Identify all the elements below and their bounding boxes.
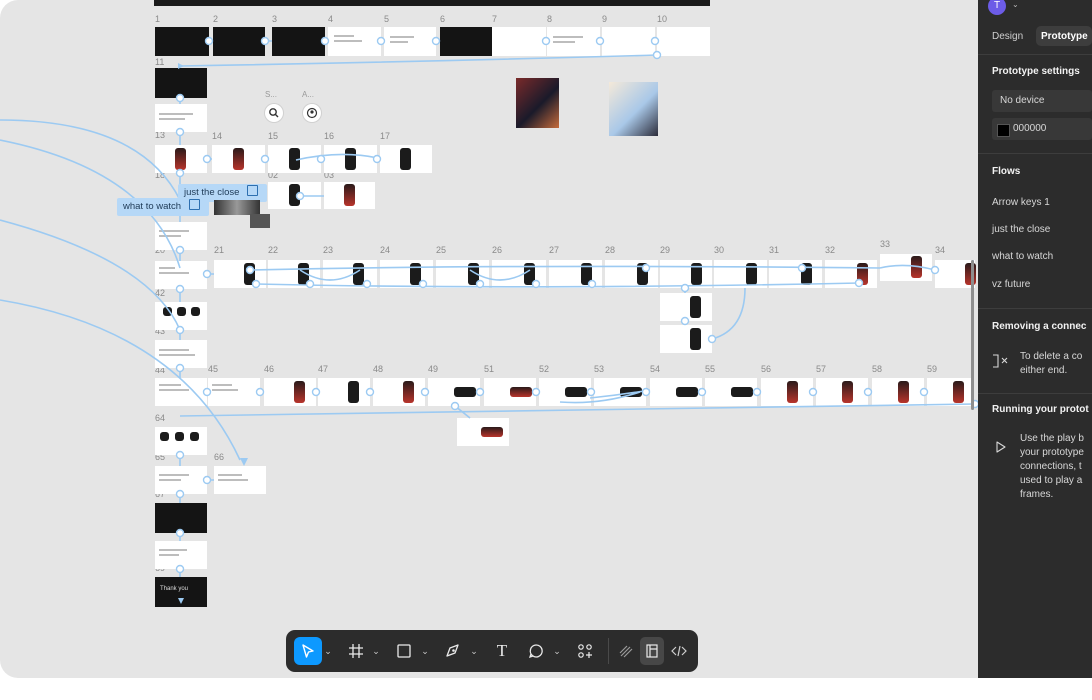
frame-thumbnail[interactable]: [250, 214, 270, 228]
comment-icon: [528, 644, 543, 659]
chevron-down-icon[interactable]: ⌄: [420, 637, 430, 665]
avatar[interactable]: T: [988, 0, 1006, 15]
help-text: connections, t: [1020, 461, 1082, 472]
color-swatch[interactable]: [997, 124, 1010, 137]
code-icon: [671, 645, 687, 657]
text-tool-button[interactable]: T: [488, 637, 516, 665]
component-label: A...: [302, 90, 315, 99]
tab-design[interactable]: Design: [992, 31, 1023, 42]
app-window: 1 2 3 4 5 6 7 8 9 10 11 13 14 15 16 17 1…: [0, 0, 1092, 700]
chevron-down-icon[interactable]: ⌄: [552, 637, 562, 665]
pen-tool-button[interactable]: [439, 637, 467, 665]
toolbar-divider: [608, 638, 609, 664]
dev-mode-button[interactable]: [667, 637, 691, 665]
component-label: S...: [265, 90, 278, 99]
help-text: Use the play b: [1020, 433, 1084, 444]
play-icon[interactable]: [189, 199, 201, 210]
help-text: used to play a: [1020, 475, 1083, 486]
frame-icon: [349, 644, 363, 658]
help-text: your prototype: [1020, 447, 1084, 458]
play-icon[interactable]: [247, 185, 259, 196]
divider: [978, 153, 1092, 154]
divider: [978, 54, 1092, 55]
prototype-connections: [0, 36, 978, 604]
actions-tool-button[interactable]: [571, 637, 599, 665]
help-text: To delete a co: [1020, 351, 1083, 362]
flow-start-label: what to watch: [123, 201, 182, 212]
flow-item[interactable]: just the close: [992, 224, 1050, 235]
design-canvas[interactable]: 1 2 3 4 5 6 7 8 9 10 11 13 14 15 16 17 1…: [0, 0, 978, 678]
frame-tool-button[interactable]: [342, 637, 370, 665]
chevron-down-icon[interactable]: ⌄: [371, 637, 381, 665]
window-margin: [0, 678, 1092, 700]
play-icon: [996, 441, 1006, 453]
comment-tool-button[interactable]: [522, 637, 550, 665]
cursor-icon: [302, 644, 314, 658]
section-heading: Flows: [992, 166, 1021, 177]
help-text: frames.: [1020, 489, 1054, 500]
device-select-value: No device: [1000, 95, 1045, 106]
rectangle-icon: [397, 644, 411, 658]
chevron-down-icon[interactable]: ⌄: [469, 637, 479, 665]
canvas-scrollbar[interactable]: [971, 260, 974, 410]
properties-panel: T ⌄ Design Prototype Prototype settings …: [978, 0, 1092, 700]
chevron-down-icon[interactable]: ⌄: [323, 637, 333, 665]
design-mode-button[interactable]: [640, 637, 664, 665]
background-color-value: 000000: [1013, 123, 1047, 134]
bottom-toolbar: ⌄ ⌄ ⌄ ⌄ T ⌄: [286, 630, 698, 672]
move-tool-button[interactable]: [294, 637, 322, 665]
section-heading: Running your protot: [992, 404, 1089, 415]
design-icon: [646, 644, 658, 658]
flow-start-tag[interactable]: what to watch: [117, 198, 209, 216]
account-icon[interactable]: [303, 104, 321, 122]
search-icon[interactable]: [265, 104, 283, 122]
flow-item[interactable]: what to watch: [992, 251, 1053, 262]
draw-mode-button[interactable]: [614, 637, 638, 665]
help-text: either end.: [1020, 365, 1068, 376]
section-heading: Prototype settings: [992, 66, 1080, 77]
pen-icon: [446, 644, 459, 657]
shape-tool-button[interactable]: [390, 637, 418, 665]
chevron-down-icon[interactable]: ⌄: [1012, 0, 1019, 9]
device-select[interactable]: No device: [992, 90, 1092, 112]
actions-icon: [578, 644, 592, 658]
draw-icon: [619, 645, 633, 658]
section-heading: Removing a connec: [992, 321, 1087, 332]
divider: [978, 308, 1092, 309]
flow-start-label: just the close: [184, 187, 240, 198]
flow-item[interactable]: Arrow keys 1: [992, 197, 1050, 208]
divider: [978, 393, 1092, 394]
frame-thumbnail[interactable]: [214, 200, 260, 215]
flow-item[interactable]: vz future: [992, 279, 1030, 290]
tab-prototype[interactable]: Prototype: [1041, 31, 1088, 42]
disconnect-icon: [993, 354, 1008, 368]
